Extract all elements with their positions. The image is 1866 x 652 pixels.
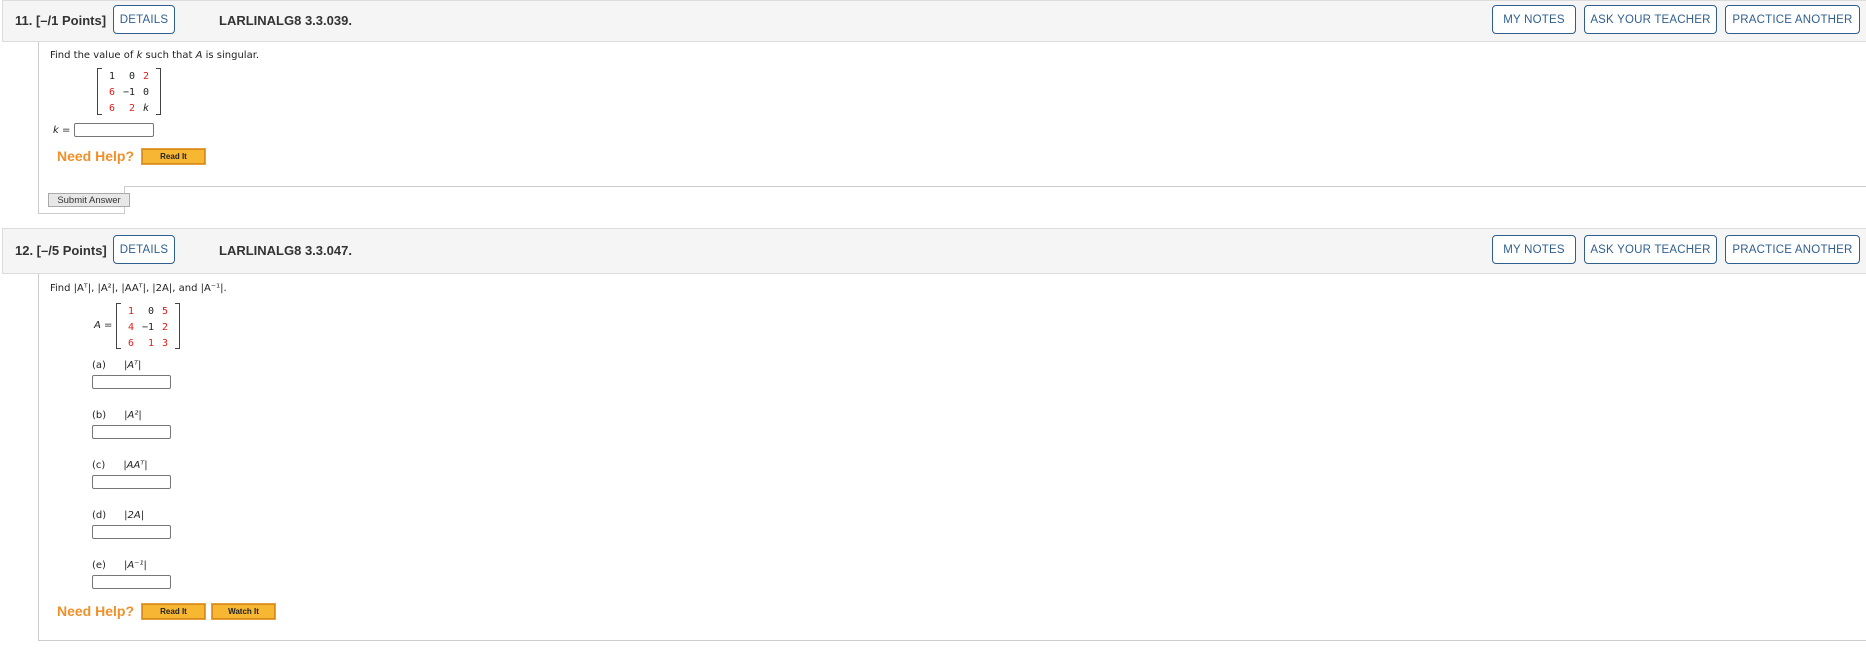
matrix-entry: 2 <box>142 71 149 82</box>
matrix-entry: 5 <box>161 306 168 317</box>
practice-another-button[interactable]: PRACTICE ANOTHER <box>1725 235 1860 264</box>
matrix-name: A = <box>94 320 113 331</box>
submit-answer-button[interactable]: Submit Answer <box>48 193 130 207</box>
part-answer-input[interactable] <box>92 475 171 489</box>
right-bracket <box>175 303 180 349</box>
question-prompt: Find |Aᵀ|, |A²|, |AAᵀ|, |2A|, and |A⁻¹|. <box>50 283 227 294</box>
matrix-entries: 1 0 5 4 −1 2 6 1 3 <box>124 305 168 350</box>
matrix-entry: 3 <box>161 338 168 349</box>
matrix-entries: 1 0 2 6 −1 0 6 2 k <box>105 70 149 115</box>
need-help-label: Need Help? <box>57 603 135 619</box>
part-letter: (e) <box>92 560 106 571</box>
read-it-button[interactable]: Read It <box>141 603 206 620</box>
matrix-entry: 6 <box>108 87 115 98</box>
matrix-entry: 2 <box>128 103 135 114</box>
panel-bottom-border <box>38 213 124 214</box>
left-bracket <box>97 68 102 115</box>
matrix-entry: 0 <box>142 87 149 98</box>
question-12-header: 12. [–/5 Points] DETAILS LARLINALG8 3.3.… <box>2 228 1866 274</box>
practice-another-button[interactable]: PRACTICE ANOTHER <box>1725 5 1860 34</box>
matrix-entry: −1 <box>122 87 135 98</box>
question-number-points: 11. [–/1 Points] <box>15 13 107 28</box>
question-number-points: 12. [–/5 Points] <box>15 243 107 258</box>
panel-left-border <box>38 274 39 640</box>
panel-left-border <box>38 42 39 214</box>
ask-your-teacher-button[interactable]: ASK YOUR TEACHER <box>1584 235 1717 264</box>
part-letter: (a) <box>92 360 106 371</box>
part-expression: |A²| <box>124 410 142 421</box>
matrix-entry: 6 <box>127 338 134 349</box>
matrix-entry: 2 <box>161 322 168 333</box>
part-label: (d) |2A| <box>92 510 144 521</box>
part-label: (b) |A²| <box>92 410 142 421</box>
part-answer-input[interactable] <box>92 375 171 389</box>
need-help-label: Need Help? <box>57 148 135 164</box>
part-expression: |Aᵀ| <box>123 360 142 371</box>
part-letter: (d) <box>92 510 107 521</box>
read-it-button[interactable]: Read It <box>141 148 206 165</box>
matrix-A: 1 0 2 6 −1 0 6 2 k <box>97 68 161 115</box>
question-11-header: 11. [–/1 Points] DETAILS LARLINALG8 3.3.… <box>2 0 1866 42</box>
part-label: (e) |A⁻¹| <box>92 560 147 571</box>
part-answer-input[interactable] <box>92 575 171 589</box>
part-expression: |AAᵀ| <box>123 460 148 471</box>
right-bracket <box>156 68 161 115</box>
panel-bottom-border <box>38 640 1866 641</box>
matrix-entry: 0 <box>128 71 135 82</box>
part-expression: |A⁻¹| <box>123 560 147 571</box>
my-notes-button[interactable]: MY NOTES <box>1492 5 1576 34</box>
submit-box-top-border <box>124 186 1866 187</box>
left-bracket <box>116 303 121 349</box>
watch-it-button[interactable]: Watch It <box>211 603 276 620</box>
ask-your-teacher-button[interactable]: ASK YOUR TEACHER <box>1584 5 1717 34</box>
matrix-A: 1 0 5 4 −1 2 6 1 3 <box>116 303 180 349</box>
matrix-entry: 1 <box>108 71 115 82</box>
part-expression: |2A| <box>124 510 145 521</box>
part-letter: (c) <box>92 460 106 471</box>
answer-label: k = <box>53 125 71 136</box>
part-answer-input[interactable] <box>92 525 171 539</box>
matrix-entry: 6 <box>108 103 115 114</box>
k-answer-input[interactable] <box>74 123 154 137</box>
matrix-entry: 4 <box>127 322 134 333</box>
matrix-entry: 0 <box>147 306 154 317</box>
part-letter: (b) <box>92 410 107 421</box>
part-label: (c) |AAᵀ| <box>92 460 148 471</box>
my-notes-button[interactable]: MY NOTES <box>1492 235 1576 264</box>
matrix-entry: 1 <box>127 306 134 317</box>
question-code: LARLINALG8 3.3.047. <box>219 243 352 258</box>
matrix-entry: 1 <box>147 338 154 349</box>
details-button[interactable]: DETAILS <box>113 5 175 34</box>
question-code: LARLINALG8 3.3.039. <box>219 13 352 28</box>
question-prompt: Find the value of k such that A is singu… <box>50 50 260 61</box>
details-button[interactable]: DETAILS <box>113 235 175 264</box>
part-label: (a) |Aᵀ| <box>92 360 141 371</box>
matrix-entry: k <box>142 103 149 114</box>
part-answer-input[interactable] <box>92 425 171 439</box>
matrix-entry: −1 <box>141 322 154 333</box>
